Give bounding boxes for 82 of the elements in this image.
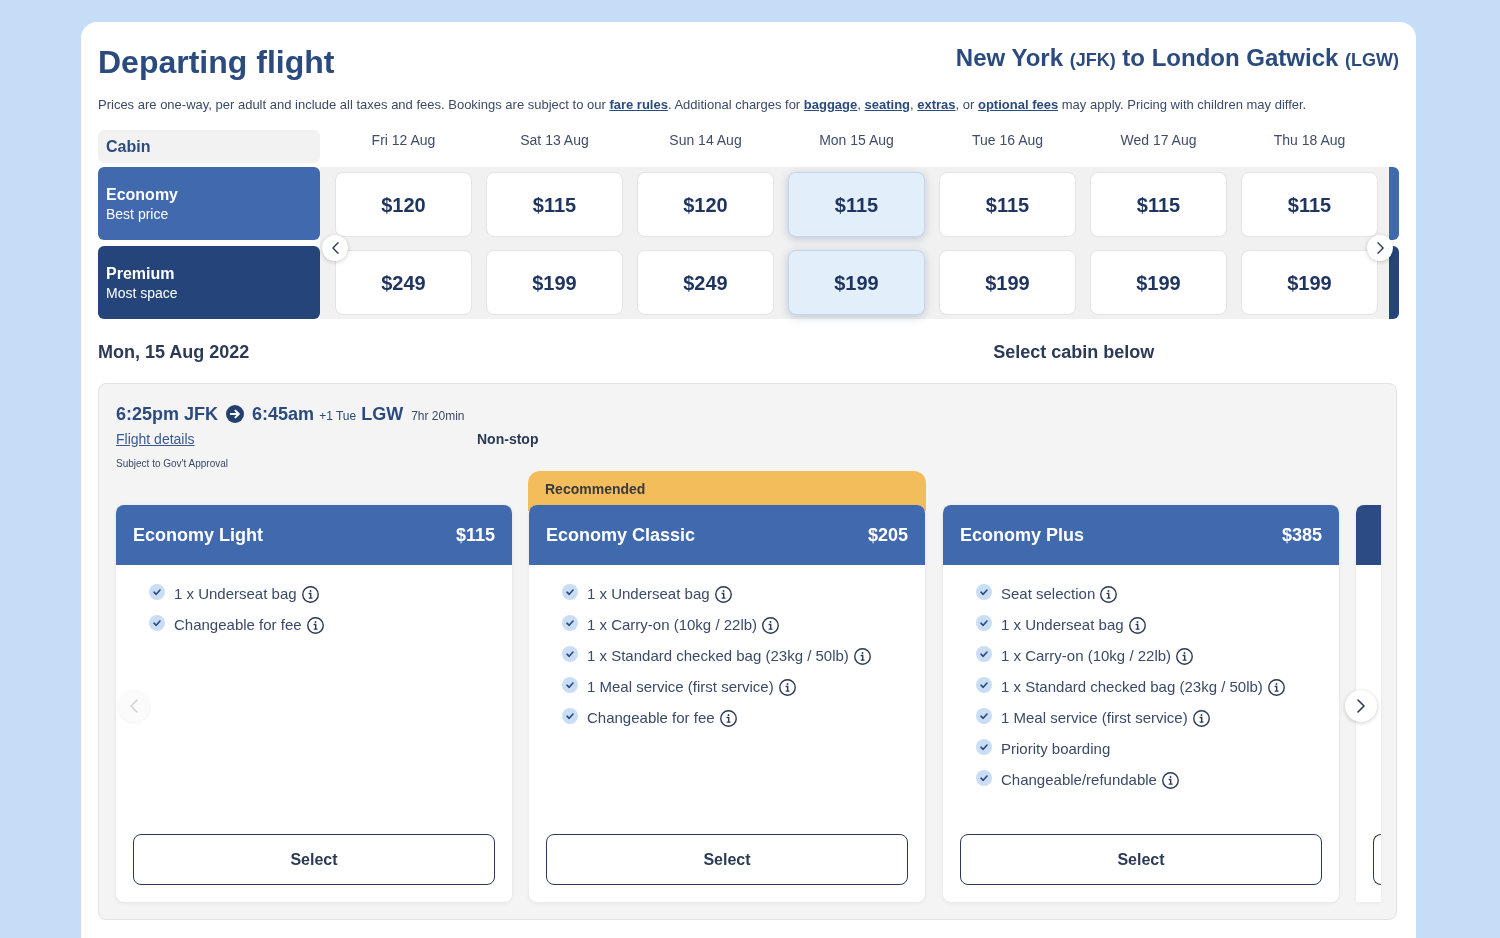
chevron-left-icon — [331, 242, 339, 254]
info-icon[interactable] — [1267, 678, 1285, 696]
route-heading: New York (JFK) to London Gatwick (LGW) — [955, 43, 1399, 73]
price-cell[interactable]: $199 — [486, 250, 623, 315]
cabin-name: Economy — [106, 184, 179, 205]
notice-link[interactable]: optional fees — [977, 97, 1059, 112]
approval-note: Subject to Gov't Approval — [116, 457, 228, 471]
info-icon[interactable] — [719, 709, 737, 727]
select-button[interactable]: Select — [546, 834, 908, 885]
select-button[interactable]: Select — [133, 834, 495, 885]
price-cell[interactable]: $115 — [788, 172, 925, 237]
price-cell[interactable]: $199 — [939, 250, 1076, 315]
info-icon[interactable] — [1128, 616, 1146, 634]
date-label: Tue 16 Aug — [971, 131, 1044, 150]
cabin-name: Premium — [106, 263, 176, 284]
fare-name: Economy Plus — [960, 524, 1085, 547]
feature-text: 1 x Underseat bag — [1001, 615, 1124, 635]
date-label: Wed 17 Aug — [1120, 131, 1197, 150]
price-cell[interactable]: $115 — [1241, 172, 1378, 237]
cabin-prompt: Select cabin below — [993, 341, 1155, 364]
date-label: Thu 18 Aug — [1273, 131, 1346, 150]
price-cell[interactable]: $199 — [1090, 250, 1227, 315]
select-button[interactable]: Select — [960, 834, 1322, 885]
chevron-right-icon — [1376, 242, 1384, 254]
arrival-time: 6:45am +1 Tue LGW — [252, 403, 404, 426]
fare-name: Economy Classic — [546, 524, 696, 547]
stops-label: Non-stop — [477, 430, 539, 449]
price-cell[interactable]: $120 — [335, 172, 472, 237]
selected-date: Mon, 15 Aug 2022 — [98, 341, 250, 364]
date-label: Mon 15 Aug — [819, 131, 894, 150]
feature-text: 1 x Underseat bag — [587, 584, 710, 604]
notice-link[interactable]: extras — [917, 97, 956, 112]
fare-price: $115 — [455, 524, 495, 547]
price-cell[interactable]: $115 — [1090, 172, 1227, 237]
feature-text: Changeable for fee — [587, 708, 715, 728]
info-icon[interactable] — [1192, 709, 1210, 727]
feature-text: 1 x Carry-on (10kg / 22lb) — [587, 615, 758, 635]
notice-link[interactable]: seating — [864, 97, 910, 112]
cabin-tagline: Best price — [106, 204, 170, 223]
info-icon[interactable] — [778, 678, 796, 696]
price-cell[interactable]: $199 — [788, 250, 925, 315]
info-icon[interactable] — [1176, 647, 1194, 665]
info-icon[interactable] — [853, 647, 871, 665]
feature-text: 1 x Standard checked bag (23kg / 50lb) — [587, 646, 849, 666]
cabin-heading: Cabin — [98, 130, 320, 163]
fare-notice: Prices are one-way, per adult and include all taxes and fees. Bookings are subject to our fare rules. Additional charges for baggage, seating, extras, or optional fees may apply. Pricing with children may differ. — [98, 96, 1308, 114]
page-title: Departing flight — [98, 43, 335, 82]
fare-name: Economy Light — [133, 524, 263, 547]
price-cell[interactable]: $120 — [637, 172, 774, 237]
price-cell[interactable]: $115 — [486, 172, 623, 237]
chevron-right-icon — [1357, 699, 1365, 713]
info-icon[interactable] — [301, 585, 319, 603]
price-cell[interactable]: $249 — [335, 250, 472, 315]
date-label: Sun 14 Aug — [669, 131, 742, 150]
price-cell[interactable]: $199 — [1241, 250, 1378, 315]
date-label: Fri 12 Aug — [371, 131, 436, 150]
feature-text: 1 Meal service (first service) — [1001, 708, 1188, 728]
arrow-right-circle-icon — [226, 405, 245, 423]
feature-text: 1 x Carry-on (10kg / 22lb) — [1001, 646, 1172, 666]
feature-text: 1 x Underseat bag — [174, 584, 297, 604]
info-icon[interactable] — [1100, 585, 1118, 603]
cabin-tagline: Most space — [106, 283, 179, 302]
price-cell[interactable]: $249 — [637, 250, 774, 315]
feature-text: Changeable/refundable — [1001, 770, 1157, 790]
flight-duration: 7hr 20min — [411, 408, 465, 424]
info-icon[interactable] — [762, 616, 780, 634]
notice-link[interactable]: fare rules — [609, 97, 668, 112]
price-cell[interactable]: $115 — [939, 172, 1076, 237]
chevron-left-icon — [130, 699, 138, 713]
feature-text: Priority boarding — [1001, 739, 1111, 759]
feature-text: 1 Meal service (first service) — [587, 677, 774, 697]
info-icon[interactable] — [306, 616, 324, 634]
feature-text: Changeable for fee — [174, 615, 302, 635]
fare-price: $385 — [1281, 524, 1322, 547]
fare-price: $205 — [867, 524, 908, 547]
info-icon[interactable] — [1161, 771, 1179, 789]
info-icon[interactable] — [714, 585, 732, 603]
date-label: Sat 13 Aug — [520, 131, 589, 150]
feature-text: 1 x Standard checked bag (23kg / 50lb) — [1001, 677, 1263, 697]
flight-details-link[interactable]: Flight details — [116, 429, 195, 449]
feature-text: Seat selection — [1001, 584, 1096, 604]
departure-time: 6:25pm JFK — [116, 403, 219, 426]
